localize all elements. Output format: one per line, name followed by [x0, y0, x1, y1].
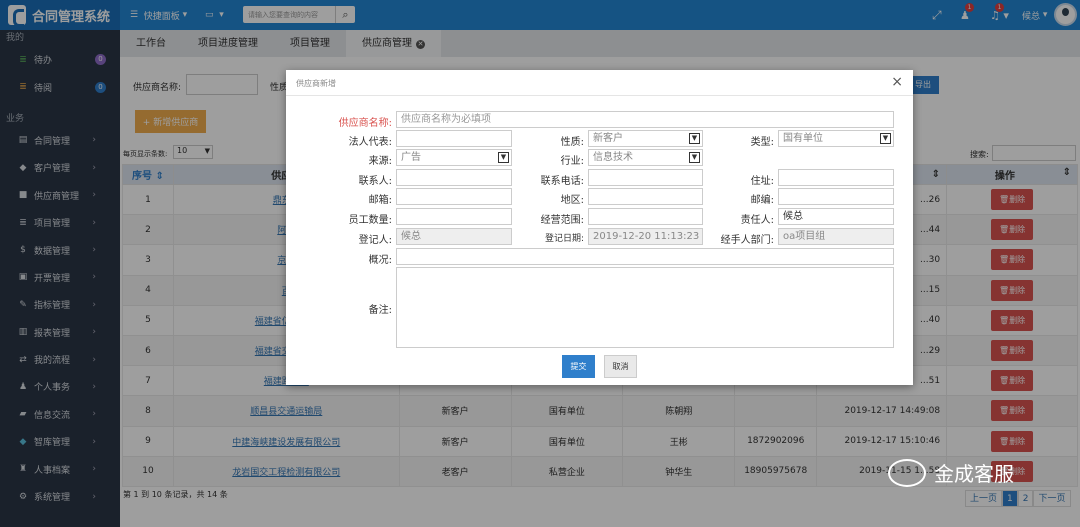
dialog-title: 供应商新增	[296, 79, 336, 88]
industry-select[interactable]: 信息技术 ▼	[588, 149, 703, 166]
owner-input[interactable]: 候总	[778, 208, 894, 225]
label-legal: 法人代表:	[348, 137, 392, 148]
staff-input[interactable]	[396, 208, 512, 225]
label-type: 类型:	[750, 137, 774, 148]
label-contact: 联系人:	[358, 176, 392, 187]
contact-input[interactable]	[396, 169, 512, 186]
watermark: 金成客服	[888, 458, 1014, 487]
phone-input[interactable]	[588, 169, 703, 186]
scope-input[interactable]	[588, 208, 703, 225]
submit-button[interactable]: 提交	[562, 355, 595, 378]
label-email: 邮箱:	[368, 195, 392, 206]
type-select[interactable]: 国有单位 ▼	[778, 130, 894, 147]
chevron-down-icon: ▼	[689, 133, 700, 144]
label-remark: 备注:	[368, 305, 392, 316]
chevron-down-icon: ▼	[880, 133, 891, 144]
label-reg-date: 登记日期:	[544, 234, 584, 244]
email-input[interactable]	[396, 188, 512, 205]
region-input[interactable]	[588, 188, 703, 205]
chevron-down-icon: ▼	[689, 152, 700, 163]
zip-input[interactable]	[778, 188, 894, 205]
remark-textarea[interactable]	[396, 267, 894, 348]
overview-input[interactable]	[396, 248, 894, 265]
cancel-button[interactable]: 取消	[604, 355, 637, 378]
source-select[interactable]: 广告 ▼	[396, 149, 512, 166]
label-staff: 员工数量:	[348, 215, 392, 226]
label-nature: 性质:	[560, 137, 584, 148]
label-dept: 经手人部门:	[720, 235, 774, 246]
label-zip: 邮编:	[750, 195, 774, 206]
label-overview: 概况:	[368, 255, 392, 266]
dept-input: oa项目组	[778, 228, 894, 245]
registrant-input: 候总	[396, 228, 512, 245]
label-supplier-name: 供应商名称:	[338, 118, 392, 129]
close-icon[interactable]: ×	[891, 74, 903, 90]
supplier-name-input[interactable]: 供应商名称为必填项	[396, 111, 894, 128]
address-input[interactable]	[778, 169, 894, 186]
label-scope: 经营范围:	[540, 215, 584, 226]
label-registrant: 登记人:	[358, 235, 392, 246]
label-industry: 行业:	[560, 156, 584, 167]
chevron-down-icon: ▼	[498, 152, 509, 163]
nature-select[interactable]: 新客户 ▼	[588, 130, 703, 147]
wechat-icon	[888, 458, 926, 487]
reg-date-input: 2019-12-20 11:13:23	[588, 228, 703, 245]
label-source: 来源:	[368, 156, 392, 167]
label-phone: 联系电话:	[540, 176, 584, 187]
label-region: 地区:	[560, 195, 584, 206]
label-address: 住址:	[750, 176, 774, 187]
legal-rep-input[interactable]	[396, 130, 512, 147]
label-owner: 责任人:	[740, 215, 774, 226]
